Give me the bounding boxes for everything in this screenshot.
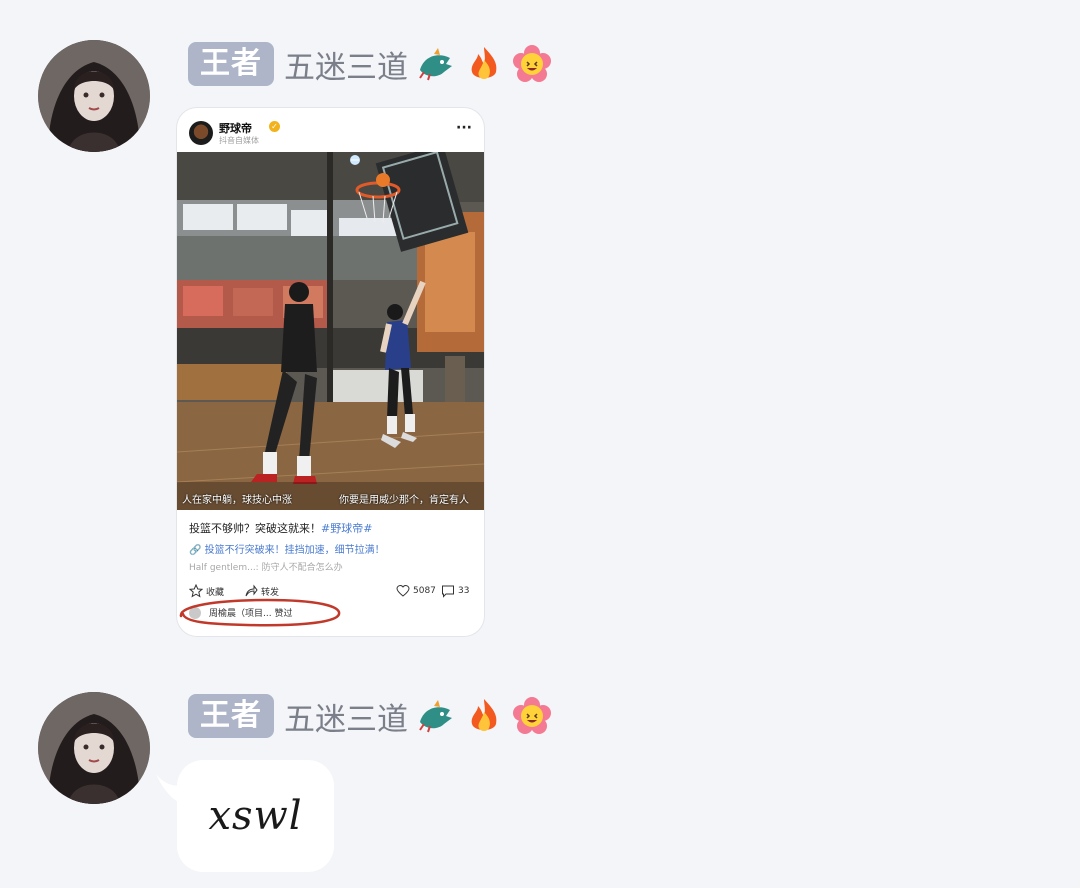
liker-avatar	[189, 606, 201, 619]
video-caption-right: 你要是用威少那个，肯定有人	[339, 495, 469, 506]
like-count: 5087	[413, 586, 436, 596]
basketball-court-image	[177, 152, 484, 510]
comment-icon	[442, 585, 454, 598]
heart-icon	[396, 584, 410, 597]
share-button[interactable]: 转发	[244, 584, 279, 598]
fire-emoji-icon	[471, 47, 497, 79]
avatar-portrait-icon	[38, 692, 150, 804]
fire-emoji-icon	[471, 699, 497, 731]
author-avatar[interactable]	[189, 121, 213, 145]
post-header: 野球帝 ✓ 抖音自媒体 ···	[189, 120, 472, 150]
sender-row: 王者 五迷三道	[188, 42, 552, 86]
like-button[interactable]: 5087	[396, 584, 436, 598]
sender-nickname[interactable]: 五迷三道	[284, 42, 408, 87]
share-label: 转发	[261, 587, 280, 598]
post-author[interactable]: 野球帝	[219, 120, 252, 136]
post-title-text: 投篮不够帅？突破这就来！	[189, 522, 321, 535]
text-message-bubble[interactable]: xswl	[177, 760, 334, 872]
message-text: xswl	[208, 793, 303, 839]
dragon-emoji-icon	[419, 48, 452, 81]
post-link[interactable]: 🔗 投篮不行突破来！挂挡加速，细节拉满！	[189, 541, 385, 556]
smiling-flower-emoji-icon	[513, 45, 551, 82]
sender-row: 王者 五迷三道	[188, 694, 552, 738]
post-title: 投篮不够帅？突破这就来！#野球帝#	[189, 520, 372, 536]
more-options-icon[interactable]: ···	[456, 120, 472, 136]
post-actions: 收藏 转发 5087 33	[189, 582, 472, 600]
video-thumbnail[interactable]: 人在家中躺，球技心中涨 你要是用威少那个，肯定有人	[177, 152, 484, 510]
share-icon	[245, 584, 258, 597]
shared-post-card[interactable]: 野球帝 ✓ 抖音自媒体 ··· 人在家中躺，球技心中涨 你要是用威少那个，肯定有…	[177, 108, 484, 636]
favorite-label: 收藏	[206, 587, 225, 598]
avatar-portrait-icon	[38, 40, 150, 152]
comment-preview[interactable]: Half gentlem...: 防守人不配合怎么办	[189, 560, 343, 573]
video-caption-left: 人在家中躺，球技心中涨	[182, 495, 292, 506]
liked-by-row[interactable]: 周榆晨（项目... 赞过	[189, 606, 292, 619]
verified-icon: ✓	[269, 121, 280, 132]
avatar[interactable]	[38, 40, 150, 152]
liked-by-text: 周榆晨（项目... 赞过	[209, 609, 293, 619]
favorite-button[interactable]: 收藏	[189, 584, 224, 598]
author-subtitle: 抖音自媒体	[219, 136, 259, 145]
comment-count: 33	[458, 586, 470, 596]
dragon-emoji-icon	[419, 700, 452, 733]
comment-button[interactable]: 33	[441, 584, 469, 598]
post-hashtag[interactable]: #野球帝#	[321, 522, 372, 535]
sender-nickname[interactable]: 五迷三道	[284, 694, 408, 739]
smiling-flower-emoji-icon	[513, 697, 551, 734]
rank-badge: 王者	[188, 694, 274, 738]
avatar[interactable]	[38, 692, 150, 804]
star-icon	[189, 584, 203, 598]
rank-badge: 王者	[188, 42, 274, 86]
